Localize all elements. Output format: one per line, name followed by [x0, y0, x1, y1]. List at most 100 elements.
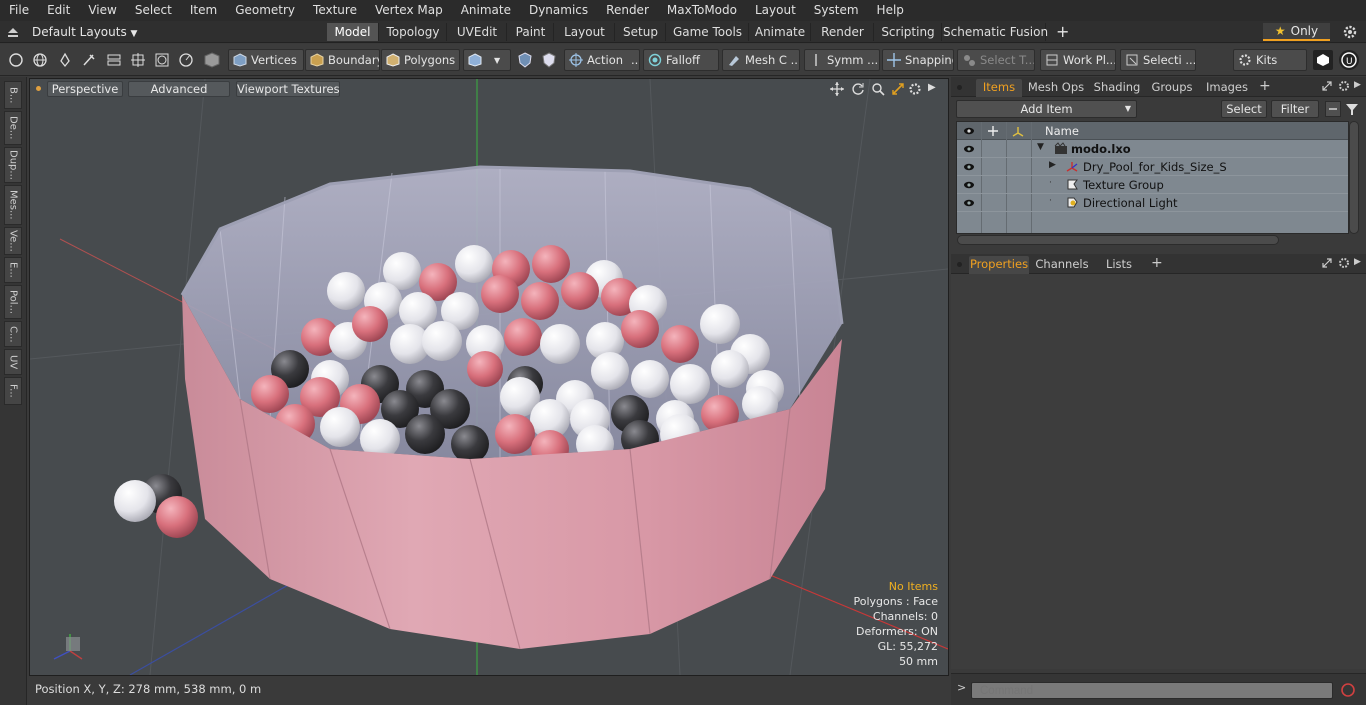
- panel-dot-icon[interactable]: [957, 262, 962, 267]
- select-through-button[interactable]: Select T...: [957, 49, 1035, 71]
- panel-dot-icon[interactable]: [957, 85, 962, 90]
- tab-animate[interactable]: Animate: [750, 23, 811, 41]
- add-item-button[interactable]: Add Item ▼: [956, 100, 1137, 118]
- left-tab-vertex[interactable]: Ve...: [4, 227, 22, 255]
- tab-lists[interactable]: Lists: [1097, 256, 1141, 274]
- item-mode-button[interactable]: ▼: [463, 49, 511, 71]
- menu-system[interactable]: System: [805, 0, 868, 21]
- record-macro-icon[interactable]: [1340, 682, 1356, 701]
- viewport-expand-icon[interactable]: ▶: [928, 82, 936, 93]
- menu-select[interactable]: Select: [126, 0, 181, 21]
- funnel-icon[interactable]: [1345, 102, 1359, 119]
- tab-images[interactable]: Images: [1201, 79, 1253, 97]
- tab-schematic-fusion[interactable]: Schematic Fusion: [943, 23, 1048, 41]
- tab-channels[interactable]: Channels: [1033, 256, 1091, 274]
- item-row-scene[interactable]: ▼ modo.lxo: [957, 140, 1348, 158]
- left-tab-fusion[interactable]: F...: [4, 377, 22, 405]
- tab-layout[interactable]: Layout: [555, 23, 615, 41]
- maximize-view-icon[interactable]: [891, 82, 905, 99]
- visibility-eye-icon[interactable]: [963, 179, 975, 191]
- left-tab-basic[interactable]: B...: [4, 81, 22, 109]
- panel-maximize-icon[interactable]: [1321, 257, 1333, 272]
- tab-game-tools[interactable]: Game Tools: [667, 23, 749, 41]
- perspective-dropdown[interactable]: Perspective: [47, 81, 123, 97]
- move-view-icon[interactable]: [830, 82, 844, 99]
- select-circle-icon[interactable]: [6, 50, 26, 70]
- gear-icon[interactable]: [1342, 24, 1358, 40]
- menu-help[interactable]: Help: [868, 0, 913, 21]
- viewport-gear-icon[interactable]: [908, 82, 922, 99]
- menu-layout[interactable]: Layout: [746, 0, 805, 21]
- falloff-button[interactable]: Falloff: [643, 49, 719, 71]
- globe-icon[interactable]: [30, 50, 50, 70]
- work-plane-button[interactable]: Work Pl...: [1040, 49, 1116, 71]
- panel-maximize-icon[interactable]: [1321, 80, 1333, 95]
- select-button[interactable]: Select: [1221, 100, 1267, 118]
- menu-maxtomodo[interactable]: MaxToModo: [658, 0, 746, 21]
- tab-topology[interactable]: Topology: [380, 23, 447, 41]
- command-input[interactable]: [971, 682, 1333, 699]
- tab-items[interactable]: Items: [976, 79, 1022, 97]
- zoom-view-icon[interactable]: [871, 82, 885, 99]
- tab-render[interactable]: Render: [812, 23, 874, 41]
- align-icon[interactable]: [104, 50, 124, 70]
- panel-collapse-icon[interactable]: ▶: [1354, 257, 1361, 267]
- snap-shield-icon[interactable]: [515, 50, 535, 70]
- menu-geometry[interactable]: Geometry: [226, 0, 304, 21]
- frame-icon[interactable]: [152, 50, 172, 70]
- symmetry-button[interactable]: Symm ...: [804, 49, 880, 71]
- visibility-eye-icon[interactable]: [963, 197, 975, 209]
- layout-expand-icon[interactable]: [7, 26, 19, 38]
- vertices-button[interactable]: Vertices: [228, 49, 304, 71]
- item-row-texture-group[interactable]: · Texture Group: [957, 176, 1348, 194]
- polygons-button[interactable]: Polygons: [381, 49, 460, 71]
- left-tab-edge[interactable]: E...: [4, 257, 22, 283]
- tab-shading[interactable]: Shading: [1090, 79, 1144, 97]
- add-panel-tab-icon[interactable]: +: [1151, 255, 1163, 271]
- boundary-button[interactable]: Boundary: [305, 49, 380, 71]
- unity-icon[interactable]: [1313, 50, 1333, 70]
- menu-texture[interactable]: Texture: [304, 0, 366, 21]
- left-tab-curve[interactable]: C...: [4, 321, 22, 347]
- mesh-constraint-button[interactable]: Mesh C ...: [722, 49, 800, 71]
- menu-vertex-map[interactable]: Vertex Map: [366, 0, 452, 21]
- left-tab-deform[interactable]: De...: [4, 111, 22, 145]
- rotate-view-icon[interactable]: [851, 82, 865, 99]
- expand-triangle-icon[interactable]: ▼: [1037, 142, 1044, 152]
- panel-gear-icon[interactable]: [1338, 80, 1350, 95]
- symmetry-shield-icon[interactable]: [539, 50, 559, 70]
- menu-animate[interactable]: Animate: [452, 0, 520, 21]
- viewport-scene[interactable]: [30, 79, 948, 675]
- left-tab-uv[interactable]: UV: [4, 349, 22, 375]
- left-tab-polygon[interactable]: Pol...: [4, 285, 22, 319]
- list-options-icon[interactable]: [1325, 101, 1341, 117]
- add-panel-tab-icon[interactable]: +: [1259, 78, 1271, 94]
- tab-paint[interactable]: Paint: [508, 23, 554, 41]
- left-tab-mesh-edit[interactable]: Mes...: [4, 185, 22, 225]
- unreal-icon[interactable]: U: [1339, 50, 1359, 70]
- name-column-header[interactable]: Name: [1045, 124, 1079, 138]
- menu-file[interactable]: File: [0, 0, 38, 21]
- tab-setup[interactable]: Setup: [616, 23, 666, 41]
- menu-edit[interactable]: Edit: [38, 0, 79, 21]
- tab-properties[interactable]: Properties: [969, 256, 1029, 274]
- layout-select[interactable]: Default Layouts ▼: [32, 23, 137, 41]
- visibility-eye-icon[interactable]: [963, 143, 975, 155]
- advanced-dropdown[interactable]: Advanced: [128, 81, 230, 97]
- viewport-textures-dropdown[interactable]: Viewport Textures: [236, 81, 340, 97]
- tab-groups[interactable]: Groups: [1147, 79, 1197, 97]
- item-row-directional-light[interactable]: · Directional Light: [957, 194, 1348, 212]
- filter-button[interactable]: Filter: [1271, 100, 1319, 118]
- viewport-dot-icon[interactable]: [36, 86, 41, 91]
- expand-triangle-icon[interactable]: ▶: [1049, 160, 1056, 170]
- tab-model[interactable]: Model: [327, 23, 379, 41]
- add-tab-icon[interactable]: +: [1056, 22, 1069, 42]
- menu-render[interactable]: Render: [597, 0, 658, 21]
- item-list-hscrollbar[interactable]: [957, 235, 1279, 245]
- menu-item[interactable]: Item: [181, 0, 226, 21]
- tab-mesh-ops[interactable]: Mesh Ops: [1025, 79, 1087, 97]
- brush-icon[interactable]: [79, 50, 99, 70]
- kits-button[interactable]: Kits: [1233, 49, 1307, 71]
- action-center-button[interactable]: Action ...: [564, 49, 640, 71]
- 3d-viewport[interactable]: Perspective Advanced Viewport Textures ▶…: [29, 78, 949, 676]
